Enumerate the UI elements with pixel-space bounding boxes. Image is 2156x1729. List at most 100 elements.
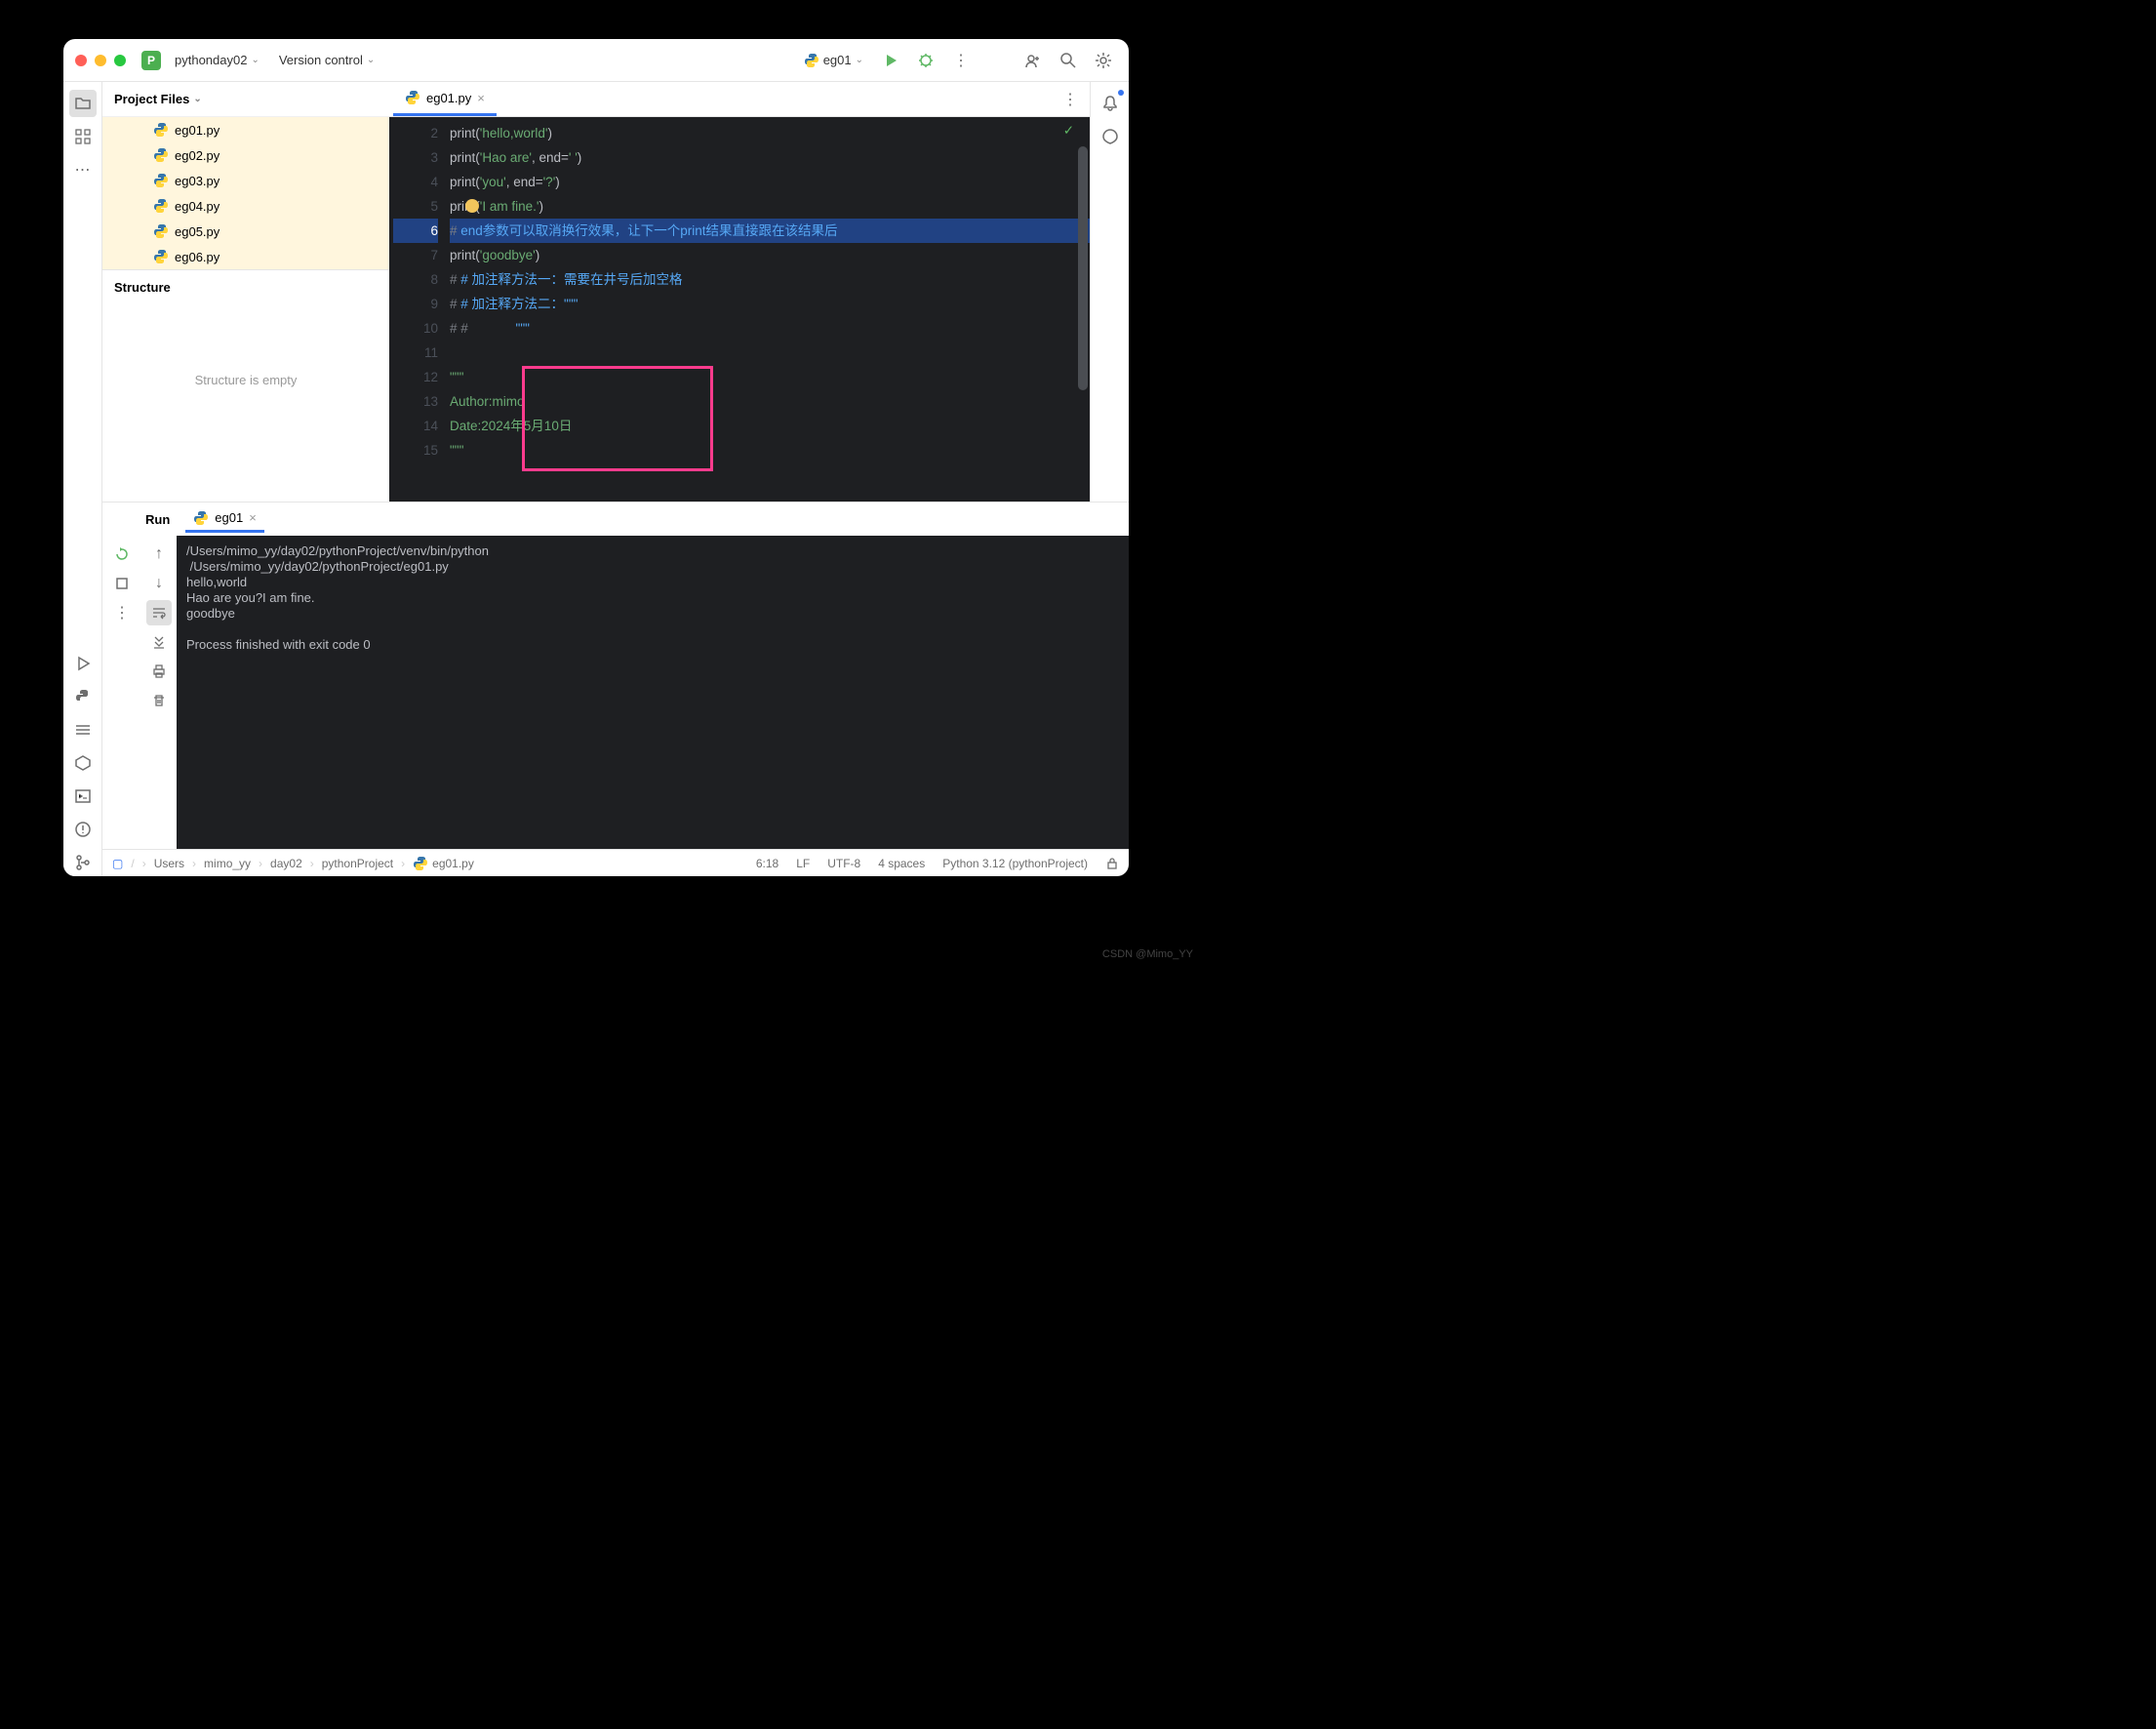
run-config-dropdown[interactable]: eg01 ⌄ [798,49,869,72]
settings-button[interactable] [1090,47,1117,74]
rerun-button[interactable] [109,542,135,567]
problems-button[interactable] [69,816,97,843]
breadcrumb-item[interactable]: day02 [270,857,302,870]
scroll-up-button[interactable]: ↑ [146,542,172,567]
file-name: eg03.py [175,174,220,188]
project-panel: Project Files ⌄ eg01.py eg02.py eg03.py eg0… [102,82,389,502]
python-icon [193,510,209,526]
file-item[interactable]: eg02.py [102,142,389,168]
vcs-dropdown[interactable]: Version control ⌄ [273,49,380,71]
python-icon [153,147,169,163]
more-button[interactable]: ⋮ [947,47,975,74]
python-packages-button[interactable] [69,749,97,777]
structure-empty-label: Structure is empty [195,373,298,387]
code-lines[interactable]: print('hello,world')print('Hao are', end… [450,117,1090,502]
more-tool-button[interactable]: ⋯ [69,156,97,183]
tab-label: eg01.py [426,91,471,105]
code-editor[interactable]: 23456789101112131415 print('hello,world'… [389,117,1090,502]
stop-button[interactable] [109,571,135,596]
chevron-down-icon: ⌄ [367,55,375,65]
scroll-to-end-button[interactable] [146,629,172,655]
breadcrumb-item[interactable]: pythonProject [322,857,393,870]
encoding[interactable]: UTF-8 [827,857,860,870]
console-output[interactable]: /Users/mimo_yy/day02/pythonProject/venv/… [177,536,1129,849]
project-dropdown[interactable]: pythonday02 ⌄ [169,49,265,71]
services-button[interactable] [69,716,97,744]
breadcrumb-item[interactable]: mimo_yy [204,857,251,870]
minimize-window-button[interactable] [95,55,106,66]
editor-tabs: eg01.py × ⋮ [389,82,1090,117]
file-item[interactable]: eg01.py [102,117,389,142]
python-icon [804,53,819,68]
run-body: ⋮ ↑ ↓ /Users/mimo_yy/day02/pythonProject… [102,536,1129,849]
intention-bulb-icon[interactable] [465,199,479,213]
cursor-position[interactable]: 6:18 [756,857,779,870]
vcs-tool-button[interactable] [69,849,97,876]
file-name: eg02.py [175,148,220,163]
soft-wrap-button[interactable] [146,600,172,625]
chevron-down-icon: ⌄ [856,55,863,65]
run-more-button[interactable]: ⋮ [109,600,135,625]
file-item[interactable]: eg06.py [102,244,389,269]
breadcrumb-item[interactable]: Users [154,857,184,870]
chevron-down-icon: ⌄ [193,94,201,104]
notifications-button[interactable] [1097,90,1124,117]
tabs-more-button[interactable]: ⋮ [1051,90,1090,109]
search-button[interactable] [1055,47,1082,74]
right-tool-rail [1090,82,1129,502]
close-tab-button[interactable]: × [477,91,485,105]
window-controls [75,55,126,66]
run-panel: Run eg01 × ⋮ ↑ ↓ [102,502,1129,849]
indent-setting[interactable]: 4 spaces [878,857,925,870]
structure-tool-button[interactable] [69,123,97,150]
chevron-down-icon: ⌄ [251,55,259,65]
breadcrumb-item[interactable]: eg01.py [413,856,474,871]
python-icon [153,173,169,188]
console-text: /Users/mimo_yy/day02/pythonProject/venv/… [186,543,493,652]
inspection-ok-icon[interactable]: ✓ [1063,123,1074,139]
lock-icon[interactable] [1105,857,1119,870]
project-tool-button[interactable] [69,90,97,117]
file-name: eg06.py [175,250,220,264]
file-item[interactable]: eg03.py [102,168,389,193]
python-console-button[interactable] [69,683,97,710]
editor-scrollbar[interactable] [1078,146,1088,390]
line-gutter: 23456789101112131415 [389,117,450,502]
watermark: CSDN @Mimo_YY [1102,948,1193,960]
python-icon [153,122,169,138]
structure-header[interactable]: Structure [102,269,389,304]
python-icon [153,198,169,214]
run-toolbar-output: ↑ ↓ [141,536,177,849]
close-run-tab-button[interactable]: × [249,510,257,525]
line-separator[interactable]: LF [796,857,810,870]
project-header-label: Project Files [114,92,189,106]
clear-button[interactable] [146,688,172,713]
ai-assistant-button[interactable] [1097,123,1124,150]
python-icon [153,223,169,239]
file-name: eg01.py [175,123,220,138]
project-name-label: pythonday02 [175,53,247,67]
run-tabs: Run eg01 × [102,503,1129,536]
debug-button[interactable] [912,47,939,74]
code-with-me-button[interactable] [1019,47,1047,74]
file-name: eg05.py [175,224,220,239]
project-panel-header[interactable]: Project Files ⌄ [102,82,389,117]
maximize-window-button[interactable] [114,55,126,66]
run-tool-button[interactable] [69,650,97,677]
editor-area: eg01.py × ⋮ 23456789101112131415 print('… [389,82,1090,502]
vcs-label: Version control [279,53,363,67]
print-button[interactable] [146,659,172,684]
editor-tab[interactable]: eg01.py × [393,82,497,116]
run-config-tab[interactable]: eg01 × [185,506,264,533]
file-item[interactable]: eg05.py [102,219,389,244]
left-tool-rail: ⋯ [63,82,102,876]
run-button[interactable] [877,47,904,74]
scroll-down-button[interactable]: ↓ [146,571,172,596]
close-window-button[interactable] [75,55,87,66]
main-body: ⋯ Project Files ⌄ eg01.py eg02.py eg03.py e… [63,82,1129,876]
terminal-button[interactable] [69,783,97,810]
file-item[interactable]: eg04.py [102,193,389,219]
nav-back-icon[interactable]: ▢ [112,857,123,870]
interpreter[interactable]: Python 3.12 (pythonProject) [942,857,1088,870]
titlebar: P pythonday02 ⌄ Version control ⌄ eg01 ⌄… [63,39,1129,82]
